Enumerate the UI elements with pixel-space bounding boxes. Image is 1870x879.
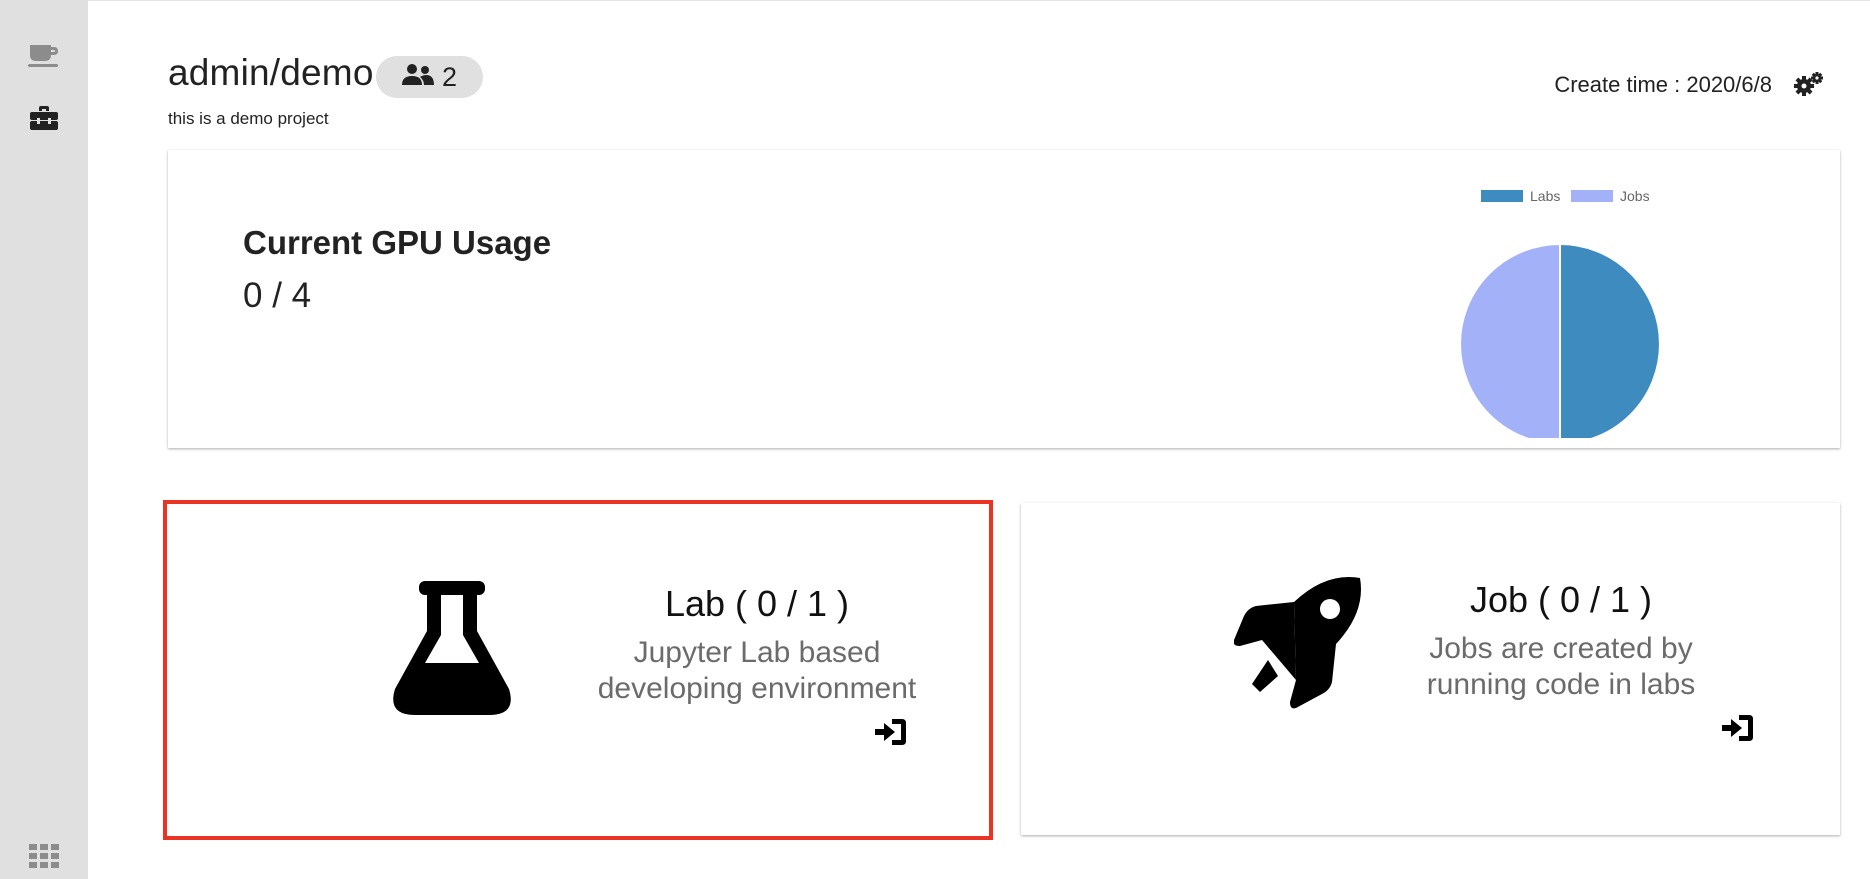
coffee-icon[interactable] (26, 37, 62, 73)
pie-slice-jobs[interactable] (1459, 242, 1561, 438)
project-description: this is a demo project (168, 109, 329, 128)
settings-cogs-icon[interactable] (1793, 69, 1825, 99)
job-card[interactable]: Job ( 0 / 1 ) Jobs are created by runnin… (1021, 503, 1840, 835)
gpu-usage-value: 0 / 4 (243, 276, 312, 315)
legend-label-labs: Labs (1530, 188, 1560, 204)
create-time: Create time : 2020/6/8 (1554, 72, 1772, 97)
gpu-usage-title: Current GPU Usage (243, 224, 552, 261)
job-description-line2: running code in labs (1426, 668, 1696, 701)
top-divider (0, 0, 1870, 1)
job-enter-icon[interactable] (1721, 713, 1755, 743)
members-badge[interactable]: 2 (376, 56, 483, 98)
toolbox-icon[interactable] (26, 100, 62, 136)
gpu-usage-card: Current GPU Usage 0 / 4 Labs Jobs (168, 150, 1840, 448)
legend-swatch-labs[interactable] (1481, 190, 1523, 202)
lab-enter-icon[interactable] (874, 717, 908, 747)
sidebar (0, 0, 88, 879)
project-title: admin/demo (168, 52, 374, 93)
lab-card[interactable]: Lab ( 0 / 1 ) Jupyter Lab based developi… (163, 500, 993, 840)
legend-label-jobs: Jobs (1620, 188, 1650, 204)
gpu-pie-chart: Labs Jobs (1459, 188, 1661, 438)
legend-swatch-jobs[interactable] (1571, 190, 1613, 202)
lab-title: Lab ( 0 / 1 ) (664, 583, 850, 624)
rocket-icon (1233, 575, 1363, 711)
job-description-line1: Jobs are created by (1429, 632, 1693, 665)
users-icon (401, 63, 434, 92)
lab-description-line1: Jupyter Lab based (633, 636, 881, 669)
pie-slice-labs[interactable] (1559, 242, 1661, 438)
members-count: 2 (441, 61, 458, 92)
job-title: Job ( 0 / 1 ) (1469, 579, 1653, 620)
lab-description-line2: developing environment (597, 672, 917, 705)
grid-menu-icon[interactable] (26, 838, 62, 874)
flask-icon (392, 579, 512, 716)
